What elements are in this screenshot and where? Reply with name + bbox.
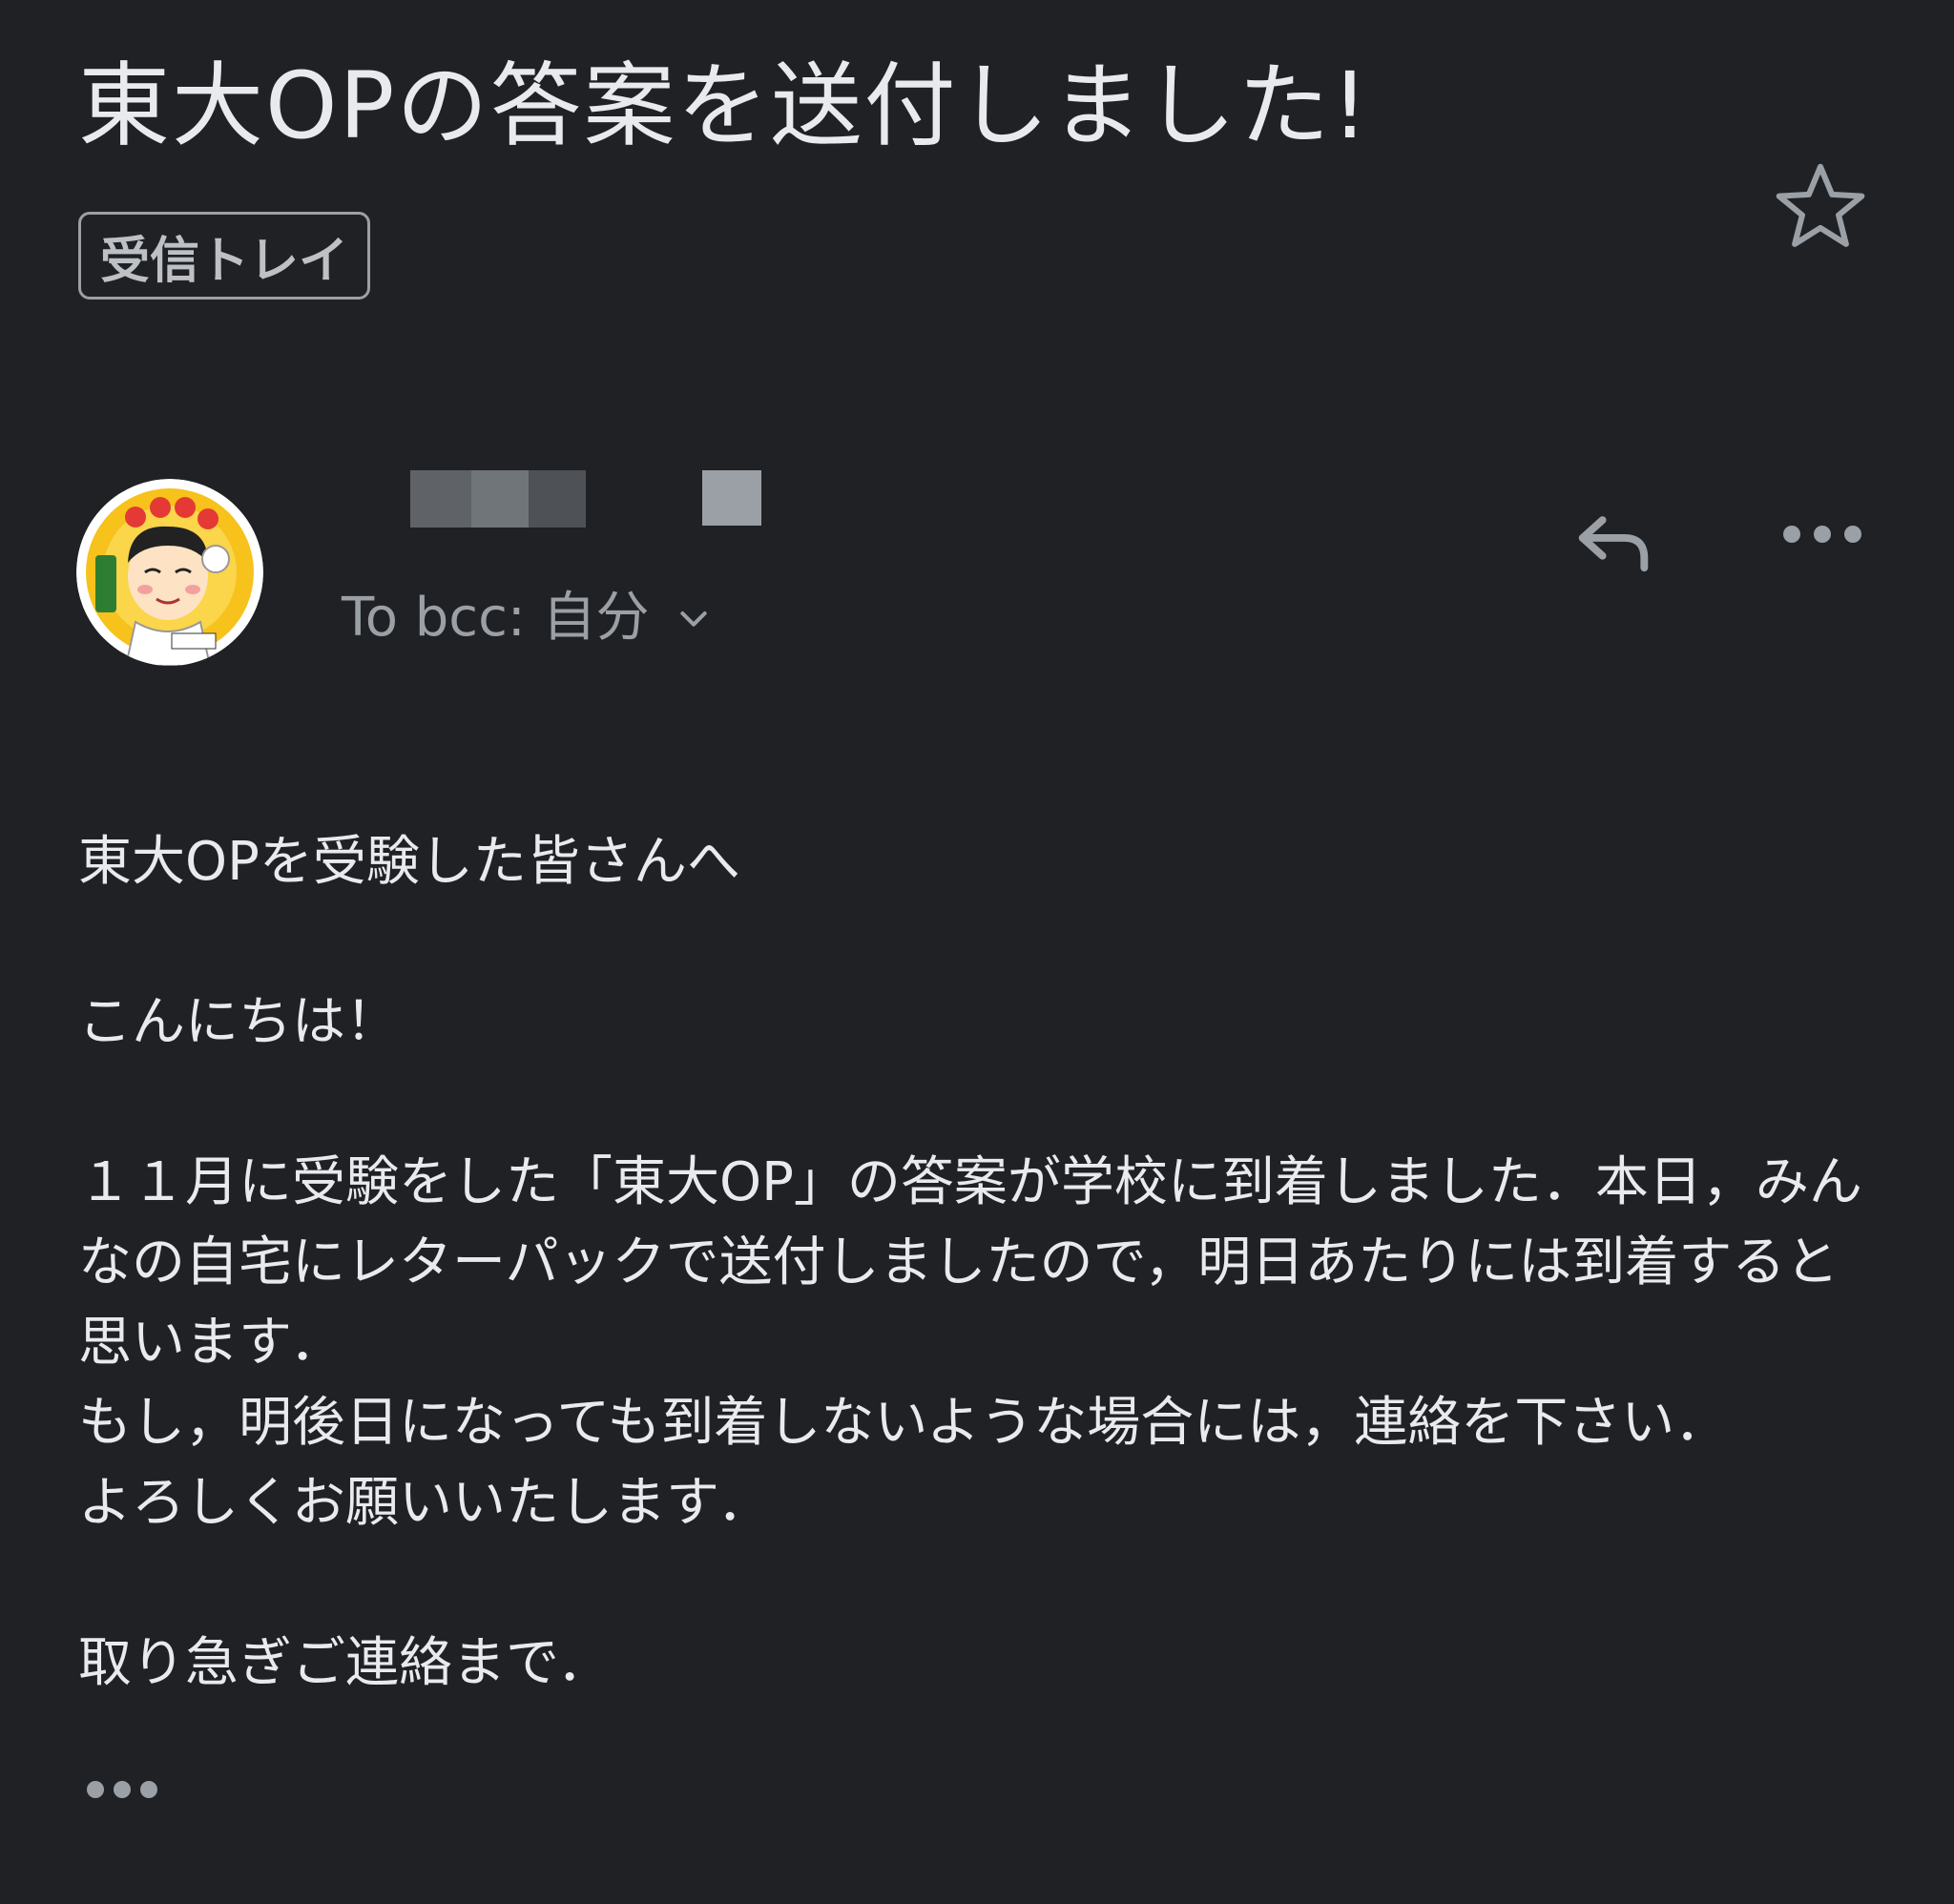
recipient-text: To bcc: 自分 <box>342 587 650 649</box>
label-text: 受信トレイ <box>100 232 349 290</box>
body-line: よろしくお願いいたします． <box>78 1472 771 1534</box>
body-line: もし，明後日になっても到着しないような場合には，連絡を下さい． <box>78 1392 1729 1454</box>
star-outline-icon[interactable] <box>1771 156 1870 256</box>
sender-avatar[interactable] <box>76 479 263 666</box>
recipient-dropdown[interactable]: To bcc: 自分 <box>342 582 713 654</box>
inbox-label-chip[interactable]: 受信トレイ <box>78 212 371 300</box>
more-horizontal-icon[interactable] <box>1777 515 1868 553</box>
body-paragraph: １１月に受験をした「東大OP」の答案が学校に到着しました．本日，みんなの自宅にレ… <box>78 1151 1862 1374</box>
sender-name-redacted[interactable] <box>410 470 773 528</box>
email-subject: 東大OPの答案を送付しました! <box>78 52 1370 159</box>
body-hello: こんにちは！ <box>78 991 399 1053</box>
trimmed-content-icon[interactable] <box>82 1774 162 1805</box>
reply-icon[interactable] <box>1565 492 1660 588</box>
body-closing: 取り急ぎご連絡まで． <box>78 1632 611 1694</box>
body-greeting: 東大OPを受験した皆さんへ <box>78 831 740 893</box>
chevron-down-icon <box>679 611 707 627</box>
email-body: 東大OPを受験した皆さんへ こんにちは！ １１月に受験をした「東大OP」の答案が… <box>78 822 1891 1704</box>
